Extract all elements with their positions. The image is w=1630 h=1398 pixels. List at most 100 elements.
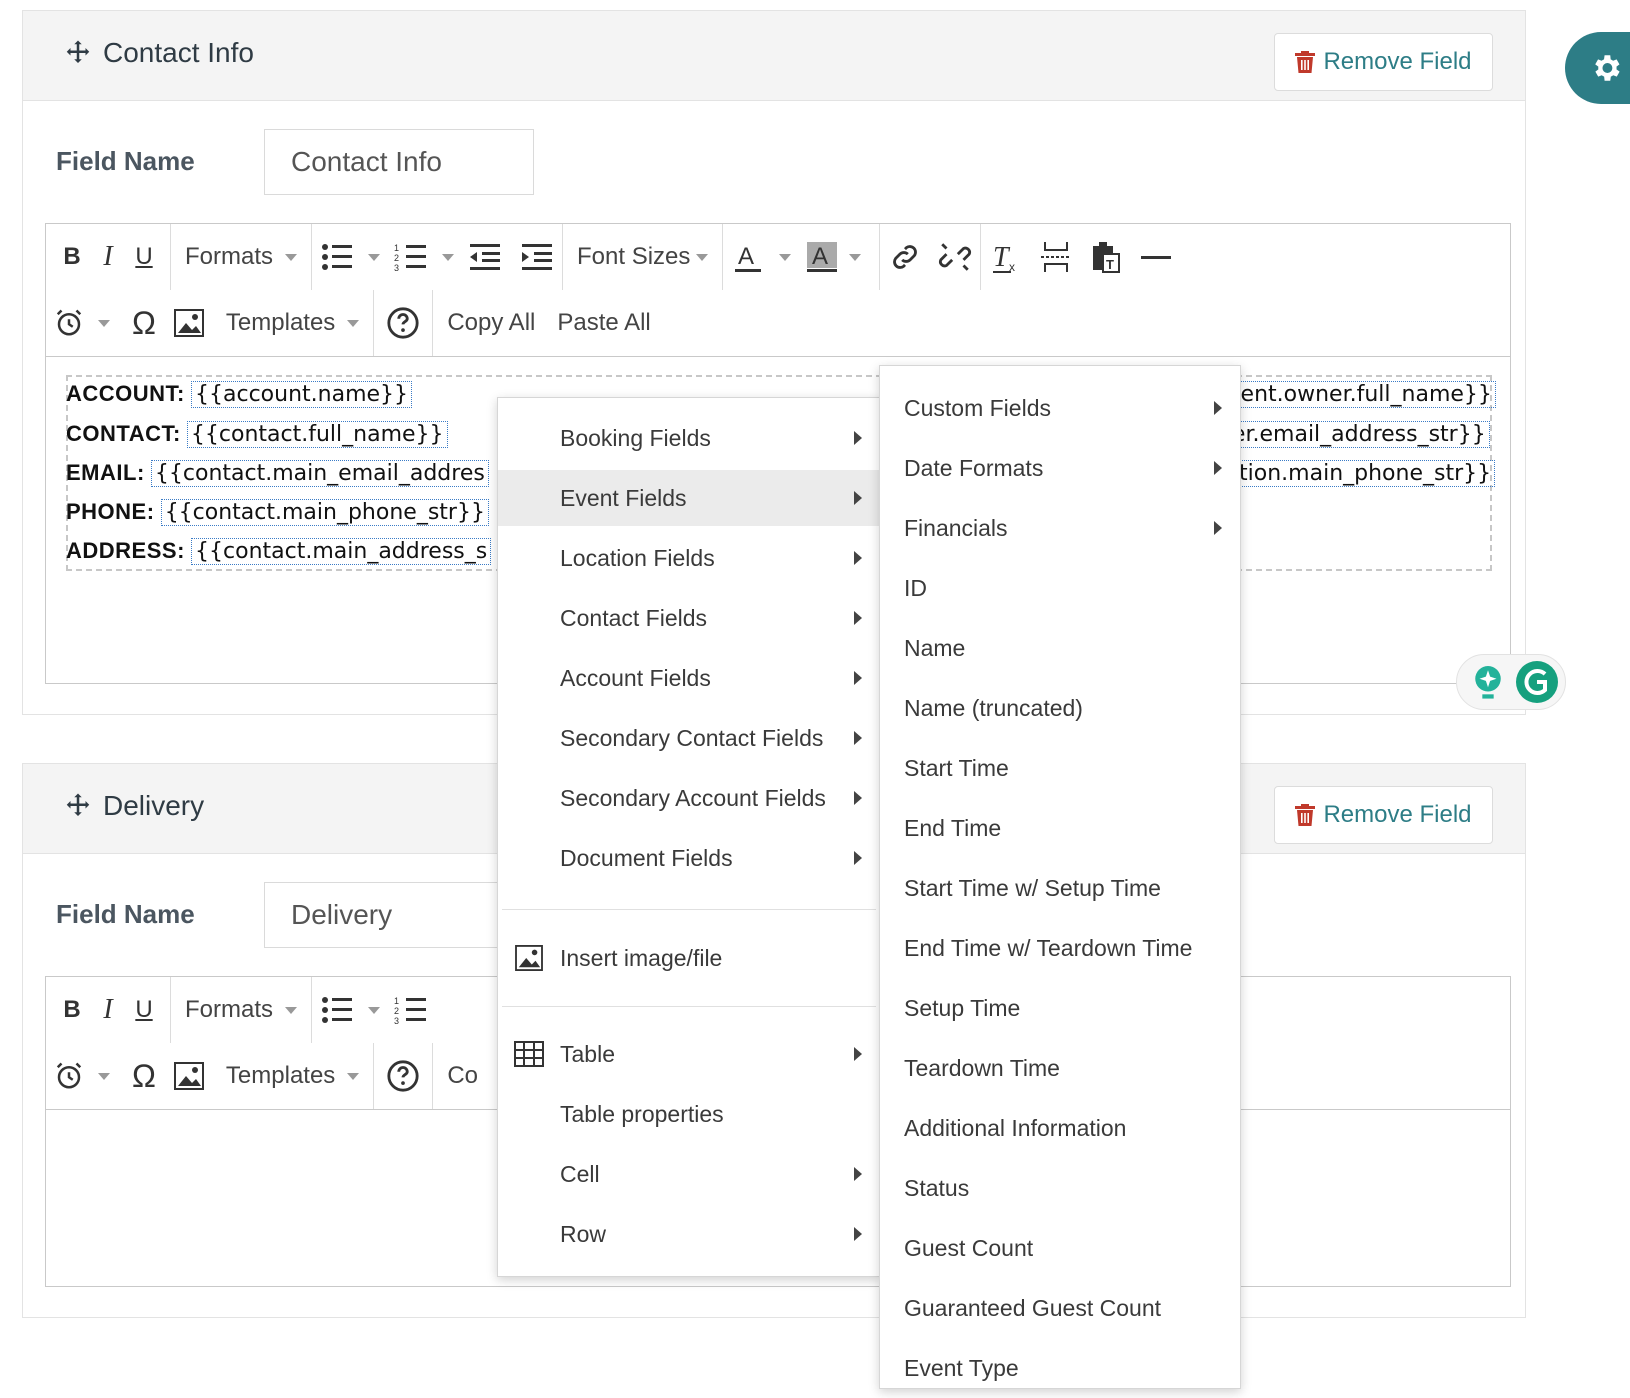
italic-button[interactable]: I [90,990,126,1030]
submenu-item-start-time[interactable]: Start Time [880,740,1240,796]
menu-item-secondary-account-fields[interactable]: Secondary Account Fields [498,770,880,826]
insert-group: Ω Templates [46,290,375,356]
menu-item-table-properties[interactable]: Table properties [498,1086,880,1142]
templates-dropdown[interactable]: Templates [220,1062,341,1090]
chevron-down-icon[interactable] [98,319,110,327]
font-sizes-dropdown[interactable]: Font Sizes [571,243,696,271]
lightbulb-icon[interactable] [1471,663,1505,703]
menu-item-location-fields[interactable]: Location Fields [498,530,880,586]
menu-item-document-fields[interactable]: Document Fields [498,830,880,886]
menu-item-booking-fields[interactable]: Booking Fields [498,410,880,466]
chevron-down-icon[interactable] [849,253,862,261]
submenu-item-guest-count[interactable]: Guest Count [880,1220,1240,1276]
chevron-down-icon[interactable] [98,1072,110,1080]
submenu-item-event-type[interactable]: Event Type [880,1340,1240,1396]
submenu-item-end-time-w-teardown-time[interactable]: End Time w/ Teardown Time [880,920,1240,976]
menu-item-cell[interactable]: Cell [498,1146,880,1202]
paste-all-button[interactable]: Paste All [551,309,656,337]
alarm-clock-icon[interactable] [54,1061,84,1091]
field-name-input[interactable]: Delivery [264,882,534,948]
merge-tag[interactable]: {{contact.full_name}} [186,421,448,448]
numbered-list-icon[interactable]: 123 [394,242,428,272]
submenu-item-status[interactable]: Status [880,1160,1240,1216]
text-style-group: B I U [46,224,171,290]
formats-dropdown[interactable]: Formats [179,996,279,1024]
submenu-item-start-time-w-setup-time[interactable]: Start Time w/ Setup Time [880,860,1240,916]
list-group: 123 [312,224,564,290]
menu-item-contact-fields[interactable]: Contact Fields [498,590,880,646]
submenu-item-setup-time[interactable]: Setup Time [880,980,1240,1036]
background-color-icon[interactable]: A [805,240,839,274]
merge-tag[interactable]: {{contact.main_address_s [191,538,492,565]
link-icon[interactable] [888,240,922,274]
copy-all-button[interactable]: Copy All [441,309,541,337]
indent-icon[interactable] [520,242,554,272]
menu-item-secondary-contact-fields[interactable]: Secondary Contact Fields [498,710,880,766]
paste-text-icon[interactable]: T [1089,240,1123,274]
templates-dropdown[interactable]: Templates [220,309,341,337]
submenu-item-additional-information[interactable]: Additional Information [880,1100,1240,1156]
submenu-item-date-formats[interactable]: Date Formats [880,440,1240,496]
horizontal-rule-icon[interactable] [1139,240,1173,274]
submenu-item-name-truncated[interactable]: Name (truncated) [880,680,1240,736]
image-icon[interactable] [173,309,204,337]
merge-tag[interactable]: {{contact.main_phone_str}} [160,499,489,526]
remove-field-button[interactable]: Remove Field [1274,33,1493,91]
bullet-list-icon[interactable] [320,995,354,1025]
submenu-item-name[interactable]: Name [880,620,1240,676]
underline-button[interactable]: U [126,990,162,1030]
remove-field-button[interactable]: Remove Field [1274,786,1493,844]
svg-text:T: T [1106,257,1114,272]
submenu-item-financials[interactable]: Financials [880,500,1240,556]
menu-item-table[interactable]: Table [498,1026,880,1082]
grammarly-icon[interactable] [1515,660,1559,704]
table-icon [514,1041,544,1067]
copy-all-button[interactable]: Co [441,1062,484,1090]
formats-dropdown[interactable]: Formats [179,243,279,271]
text-color-icon[interactable]: A [731,240,765,274]
grammarly-widget[interactable] [1456,654,1566,710]
alarm-clock-icon[interactable] [54,308,84,338]
clear-formatting-icon[interactable]: Tx [989,240,1023,274]
chevron-down-icon [347,319,360,327]
omega-special-char-icon[interactable]: Ω [124,1056,164,1096]
page-break-icon[interactable] [1039,240,1073,274]
bold-button[interactable]: B [54,990,90,1030]
submenu-item-id[interactable]: ID [880,560,1240,616]
help-icon[interactable] [386,1059,420,1093]
merge-tag[interactable]: {{contact.main_email_addres [150,460,489,487]
settings-gear-tab[interactable] [1565,32,1630,104]
numbered-list-icon[interactable]: 123 [394,995,428,1025]
image-icon[interactable] [173,1062,204,1090]
chevron-down-icon[interactable] [368,253,381,261]
menu-item-insert-image-file[interactable]: Insert image/file [498,930,880,986]
bullet-list-icon[interactable] [320,242,354,272]
field-name-input[interactable]: Contact Info [264,129,534,195]
chevron-down-icon[interactable] [779,253,792,261]
svg-text:2: 2 [394,253,399,263]
menu-item-event-fields[interactable]: Event Fields [498,470,880,526]
unlink-icon[interactable] [938,240,972,274]
submenu-item-custom-fields[interactable]: Custom Fields [880,380,1240,436]
submenu-item-end-time[interactable]: End Time [880,800,1240,856]
underline-button[interactable]: U [126,237,162,277]
merge-tag[interactable]: {{account.name}} [191,381,413,408]
outdent-icon[interactable] [468,242,502,272]
field-name-label: Field Name [56,899,195,929]
help-icon[interactable] [386,306,420,340]
italic-button[interactable]: I [90,237,126,277]
chevron-right-icon [854,851,862,865]
menu-item-row[interactable]: Row [498,1206,880,1262]
omega-special-char-icon[interactable]: Ω [124,303,164,343]
svg-text:A: A [738,243,754,270]
move-icon[interactable] [63,38,93,68]
bold-button[interactable]: B [54,237,90,277]
chevron-down-icon[interactable] [442,253,455,261]
menu-item-account-fields[interactable]: Account Fields [498,650,880,706]
move-icon[interactable] [63,791,93,821]
chevron-down-icon[interactable] [368,1006,381,1014]
submenu-item-guaranteed-guest-count[interactable]: Guaranteed Guest Count [880,1280,1240,1336]
chevron-right-icon [1214,401,1222,415]
menu-item-label: Insert image/file [560,944,723,971]
submenu-item-teardown-time[interactable]: Teardown Time [880,1040,1240,1096]
